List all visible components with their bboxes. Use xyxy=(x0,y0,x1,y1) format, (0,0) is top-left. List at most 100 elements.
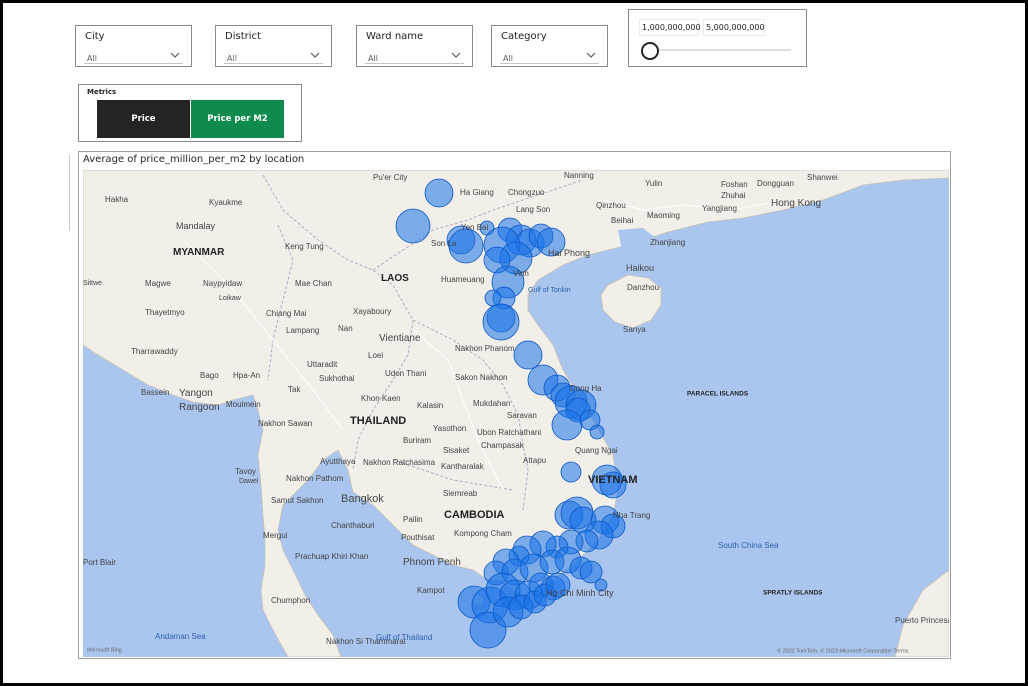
report-canvas: City All District All Ward name All Cate… xyxy=(3,3,1025,683)
ward-slicer[interactable]: Ward name All xyxy=(356,25,473,67)
map-label-lang-son: Lang Son xyxy=(516,205,550,214)
range-slider-handle[interactable] xyxy=(641,42,659,60)
map-label-hakha: Hakha xyxy=(105,195,129,204)
map-label-paracel: PARACEL ISLANDS xyxy=(687,391,749,398)
map-label-thailand: THAILAND xyxy=(350,415,406,427)
range-min-input[interactable]: 1,000,000,000 xyxy=(639,19,701,36)
district-slicer[interactable]: District All xyxy=(215,25,332,67)
map-label-buriram: Buriram xyxy=(403,436,431,445)
city-dropdown[interactable]: All xyxy=(84,48,183,64)
price-per-m2-metric-button[interactable]: Price per M2 xyxy=(191,100,284,138)
chevron-down-icon[interactable] xyxy=(450,50,462,60)
map-label-attapu: Attapu xyxy=(523,456,546,465)
map-label-kantharalak: Kantharalak xyxy=(441,462,485,471)
location-bubble[interactable] xyxy=(424,178,454,208)
ward-dropdown-value: All xyxy=(368,54,378,63)
metrics-slicer: Metrics Price Price per M2 xyxy=(78,84,302,142)
location-bubble[interactable] xyxy=(513,340,543,370)
map-label-kompong-cham: Kompong Cham xyxy=(454,529,512,538)
district-slicer-label: District xyxy=(225,31,261,42)
map-label-qinzhou: Qinzhou xyxy=(596,201,626,210)
map-label-quang-ngai: Quang Ngai xyxy=(575,446,618,455)
map-label-moulmein: Moulmein xyxy=(226,400,261,409)
map-label-sittwe: Sittwe xyxy=(83,280,102,287)
map-label-zhuhai: Zhuhai xyxy=(721,191,746,200)
map-label-udon-thani: Udon Thani xyxy=(385,369,426,378)
map-label-nakhon-ratchasima: Nakhon Ratchasima xyxy=(363,458,436,467)
chevron-down-icon[interactable] xyxy=(309,50,321,60)
category-dropdown[interactable]: All xyxy=(500,48,599,64)
map-label-loei: Loei xyxy=(368,351,383,360)
map-label-nakhon-pathom: Nakhon Pathom xyxy=(286,474,344,483)
map-label-sanya: Sanya xyxy=(623,325,646,334)
district-dropdown-value: All xyxy=(227,54,237,63)
map-label-yangjiang: Yangjiang xyxy=(702,204,737,213)
location-bubble[interactable] xyxy=(560,461,582,483)
map-label-port-blair: Port Blair xyxy=(83,558,116,567)
map-label-siemreab: Siemreab xyxy=(443,489,478,498)
map-label-zhanjiang: Zhanjiang xyxy=(650,238,685,247)
map-label-attribution: © 2022 TomTom, © 2023 Microsoft Corporat… xyxy=(777,648,909,655)
map-label-champasak: Champasak xyxy=(481,441,525,450)
map-label-puerto-princesa: Puerto Princesa xyxy=(895,616,949,625)
map-label-cambodia: CAMBODIA xyxy=(444,509,505,521)
city-slicer[interactable]: City All xyxy=(75,25,192,67)
map-label-laos: LAOS xyxy=(381,273,409,284)
map-label-bago: Bago xyxy=(200,371,219,380)
district-dropdown[interactable]: All xyxy=(224,48,323,64)
map-label-spratly: SPRATLY ISLANDS xyxy=(763,590,823,597)
map-label-vietnam: VIETNAM xyxy=(588,474,638,486)
map-visual[interactable]: Average of price_million_per_m2 by locat… xyxy=(78,151,951,659)
map-label-ayutthaya: Ayutthaya xyxy=(320,457,356,466)
location-bubble[interactable] xyxy=(484,289,502,307)
chevron-down-icon[interactable] xyxy=(585,50,597,60)
map-label-mergui: Mergui xyxy=(263,531,288,540)
city-dropdown-value: All xyxy=(87,54,97,63)
map-label-tak: Tak xyxy=(288,385,301,394)
map-label-huameuang: Huameuang xyxy=(441,275,485,284)
range-max-input[interactable]: 5,000,000,000 xyxy=(703,19,765,36)
map-label-mukdahan: Mukdahan xyxy=(473,399,510,408)
map-label-nanning: Nanning xyxy=(564,171,594,180)
map-label-phnom-penh: Phnom Penh xyxy=(403,557,461,568)
map-label-bangkok: Bangkok xyxy=(341,493,384,505)
map-label-prachuap: Prachuap Khiri Khan xyxy=(295,552,368,561)
map-label-sisaket: Sisaket xyxy=(443,446,470,455)
map-label-bing: Microsoft Bing xyxy=(87,648,122,654)
map-title: Average of price_million_per_m2 by locat… xyxy=(83,154,305,165)
map-label-nakhon-sawan: Nakhon Sawan xyxy=(258,419,312,428)
bubble-map[interactable]: Pu'er City Hakha Kyaukme Mandalay MYANMAR Ken… xyxy=(83,170,949,657)
map-label-lampang: Lampang xyxy=(286,326,319,335)
map-label-haikou: Haikou xyxy=(626,263,654,273)
map-label-ho-chi-minh: Ho Chi Minh City xyxy=(546,588,614,598)
category-slicer[interactable]: Category All xyxy=(491,25,608,67)
map-label-gulf-tonkin: Gulf of Tonkin xyxy=(528,287,571,294)
map-label-mae-chan: Mae Chan xyxy=(295,279,332,288)
chevron-down-icon[interactable] xyxy=(169,50,181,60)
category-dropdown-value: All xyxy=(503,54,513,63)
location-bubble[interactable] xyxy=(482,303,520,341)
price-metric-button[interactable]: Price xyxy=(97,100,190,138)
price-range-slicer[interactable]: 1,000,000,000 5,000,000,000 xyxy=(628,9,807,67)
map-label-kyaukme: Kyaukme xyxy=(209,198,243,207)
map-label-ha-giang: Ha Giang xyxy=(460,188,494,197)
map-label-beihai: Beihai xyxy=(611,216,633,225)
map-label-chongzuo: Chongzuo xyxy=(508,188,545,197)
map-label-dongguan: Dongguan xyxy=(757,179,794,188)
range-slider-track[interactable] xyxy=(645,49,791,51)
map-label-naypyidaw: Naypyidaw xyxy=(203,279,242,288)
map-label-tharrawaddy: Tharrawaddy xyxy=(131,347,178,356)
location-bubble[interactable] xyxy=(551,409,583,441)
map-label-keng-tung: Keng Tung xyxy=(285,242,324,251)
map-label-hong-kong: Hong Kong xyxy=(771,198,821,209)
map-label-saravan: Saravan xyxy=(507,411,537,420)
map-label-xayaboury: Xayaboury xyxy=(353,307,391,316)
location-bubble[interactable] xyxy=(589,424,605,440)
map-label-bassein: Bassein xyxy=(141,388,169,397)
map-label-hai-phong: Hai Phong xyxy=(548,248,590,258)
ward-dropdown[interactable]: All xyxy=(365,48,464,64)
map-label-son-la: Son La xyxy=(431,239,457,248)
map-label-hpa-an: Hpa-An xyxy=(233,371,260,380)
location-bubble[interactable] xyxy=(395,208,431,244)
map-label-chumphon: Chumphon xyxy=(271,596,310,605)
